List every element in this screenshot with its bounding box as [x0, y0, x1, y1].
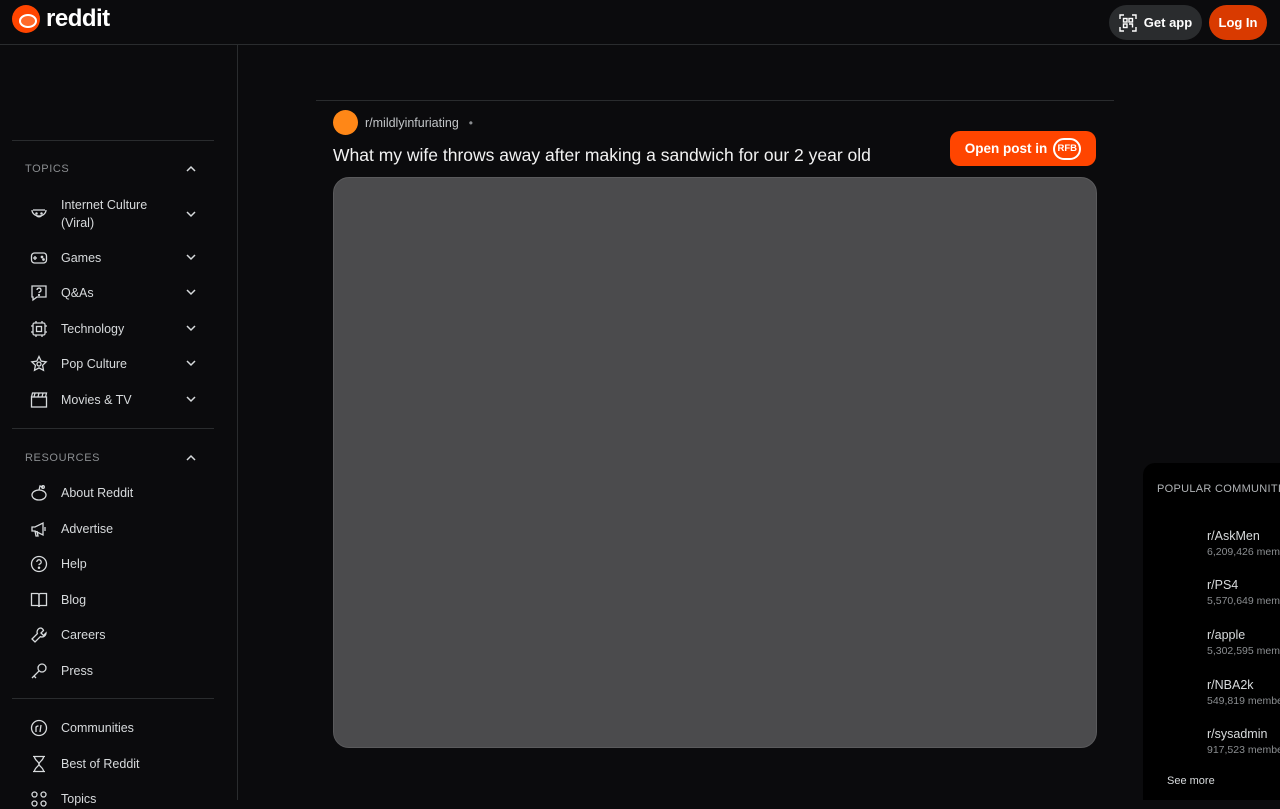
resources-section-title: RESOURCES	[25, 452, 101, 464]
resource-item-blog[interactable]: Blog	[24, 590, 214, 610]
chevron-down-icon	[186, 211, 196, 218]
resource-item-about[interactable]: About Reddit	[24, 483, 214, 503]
smile-icon	[30, 204, 56, 224]
community-name: r/sysadmin	[1207, 727, 1268, 741]
reddit-logo[interactable]: reddit	[12, 5, 110, 33]
logo-text: reddit	[46, 5, 110, 32]
resource-item-advertise[interactable]: Advertise	[24, 519, 214, 539]
microphone-icon	[30, 661, 56, 681]
topic-item-qas[interactable]: Q&As	[24, 283, 214, 303]
topic-item-movies-tv[interactable]: Movies & TV	[24, 390, 214, 410]
wrench-icon	[30, 625, 56, 645]
topic-label: Games	[61, 251, 102, 265]
chevron-down-icon	[186, 325, 196, 332]
topic-item-internet-culture[interactable]: Internet Culture (Viral)	[24, 196, 214, 232]
topic-label: Q&As	[61, 286, 94, 300]
help-icon	[30, 554, 56, 574]
topics-collapse-chevron-up-icon[interactable]	[185, 163, 197, 175]
topic-label: Pop Culture	[61, 357, 128, 371]
nav-item-topics[interactable]: Topics	[24, 789, 214, 809]
clapperboard-icon	[30, 390, 56, 410]
community-members: 5,302,595 members	[1207, 645, 1280, 657]
topics-section-title: TOPICS	[25, 163, 70, 175]
community-item[interactable]: r/sysadmin 917,523 members	[1207, 727, 1280, 756]
resource-label: Press	[61, 664, 93, 678]
post-meta: r/mildlyinfuriating •	[333, 110, 473, 135]
left-sidebar: TOPICS Internet Culture (Viral) Games Q&…	[0, 45, 238, 807]
top-header: reddit Get app Log In	[0, 0, 1280, 45]
topic-label: Internet Culture (Viral)	[61, 198, 148, 230]
community-name: r/PS4	[1207, 578, 1239, 592]
qr-code-icon	[1119, 13, 1137, 32]
topic-label: Technology	[61, 322, 125, 336]
sidebar-divider	[12, 428, 214, 429]
nav-item-communities[interactable]: Communities	[24, 718, 214, 738]
subreddit-avatar[interactable]	[333, 110, 358, 135]
chevron-down-icon	[186, 254, 196, 261]
community-name: r/apple	[1207, 628, 1246, 642]
resource-label: About Reddit	[61, 486, 134, 500]
resources-collapse-chevron-up-icon[interactable]	[185, 452, 197, 464]
community-members: 549,819 members	[1207, 695, 1280, 707]
book-icon	[30, 590, 56, 610]
sidebar-divider	[12, 698, 214, 699]
main-divider	[316, 100, 1114, 101]
community-members: 6,209,426 members	[1207, 546, 1280, 558]
chevron-down-icon	[186, 289, 196, 296]
topics-grid-icon	[30, 789, 56, 809]
get-app-button[interactable]: Get app	[1109, 5, 1202, 40]
topic-item-games[interactable]: Games	[24, 248, 214, 268]
nav-label: Best of Reddit	[61, 757, 140, 771]
reddit-logo-icon	[12, 5, 40, 33]
snoo-icon	[30, 483, 56, 503]
subreddit-link[interactable]: r/mildlyinfuriating	[365, 116, 459, 130]
meta-separator: •	[468, 115, 473, 130]
communities-icon	[30, 718, 56, 738]
resource-label: Help	[61, 557, 87, 571]
open-post-label: Open post in	[964, 141, 1048, 156]
community-item[interactable]: r/apple 5,302,595 members	[1207, 628, 1280, 657]
chip-icon	[30, 319, 56, 339]
topic-item-pop-culture[interactable]: Pop Culture	[24, 354, 214, 374]
question-bubble-icon	[30, 283, 56, 303]
community-name: r/NBA2k	[1207, 678, 1254, 692]
resource-label: Careers	[61, 628, 106, 642]
nav-item-best-of-reddit[interactable]: Best of Reddit	[24, 754, 214, 774]
community-item[interactable]: r/PS4 5,570,649 members	[1207, 578, 1280, 607]
community-item[interactable]: r/NBA2k 549,819 members	[1207, 678, 1280, 707]
gamepad-icon	[30, 248, 56, 268]
community-item[interactable]: r/AskMen 6,209,426 members	[1207, 529, 1280, 558]
topic-item-technology[interactable]: Technology	[24, 319, 214, 339]
chevron-down-icon	[186, 396, 196, 403]
post-media-placeholder[interactable]	[333, 177, 1097, 748]
topic-label: Movies & TV	[61, 393, 132, 407]
rfb-badge-icon: RFB	[1053, 137, 1082, 160]
popular-communities-title: POPULAR COMMUNITIES	[1157, 483, 1280, 495]
resource-item-careers[interactable]: Careers	[24, 625, 214, 645]
chevron-down-icon	[186, 360, 196, 367]
login-button[interactable]: Log In	[1209, 5, 1267, 40]
community-members: 917,523 members	[1207, 744, 1280, 756]
resource-label: Blog	[61, 593, 87, 607]
nav-label: Communities	[61, 721, 134, 735]
resource-label: Advertise	[61, 522, 114, 536]
resource-item-press[interactable]: Press	[24, 661, 214, 681]
star-icon	[30, 354, 56, 374]
sidebar-divider	[12, 140, 214, 141]
open-post-in-app-button[interactable]: Open post in RFB	[950, 131, 1096, 166]
community-members: 5,570,649 members	[1207, 595, 1280, 607]
get-app-label: Get app	[1143, 15, 1193, 30]
hourglass-icon	[30, 754, 56, 774]
megaphone-icon	[30, 519, 56, 539]
see-more-link[interactable]: See more	[1167, 775, 1215, 787]
nav-label: Topics	[61, 792, 97, 806]
popular-communities-panel: POPULAR COMMUNITIES r/AskMen 6,209,426 m…	[1143, 463, 1280, 800]
post-title[interactable]: What my wife throws away after making a …	[333, 145, 871, 166]
community-name: r/AskMen	[1207, 529, 1260, 543]
resource-item-help[interactable]: Help	[24, 554, 214, 574]
